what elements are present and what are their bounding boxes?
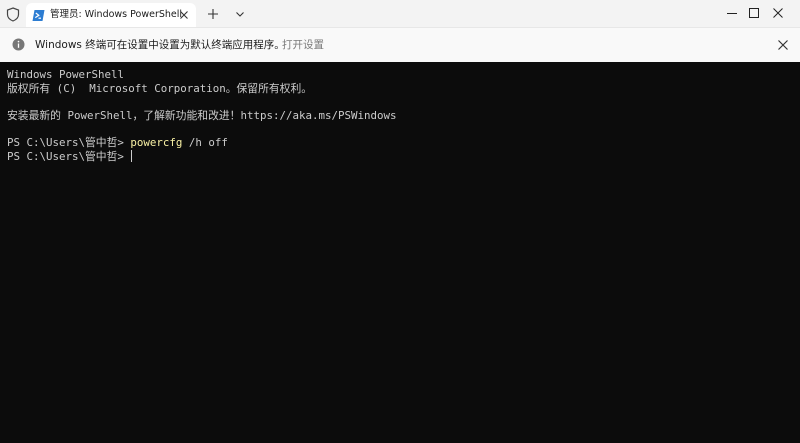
info-icon	[12, 38, 25, 51]
plus-icon[interactable]	[205, 6, 221, 22]
command-name: powercfg	[130, 135, 183, 149]
title-bar[interactable]: 管理员: Windows PowerShell	[0, 0, 800, 27]
chevron-down-icon[interactable]	[233, 7, 247, 21]
shield-icon	[6, 7, 20, 22]
close-icon	[773, 8, 783, 18]
tab-powershell[interactable]: 管理员: Windows PowerShell	[26, 3, 196, 27]
close-icon[interactable]	[178, 9, 190, 21]
powershell-icon	[32, 10, 45, 21]
command-line: PS C:\Users\管中哲> powercfg /h off	[7, 136, 800, 150]
prompt: PS C:\Users\管中哲>	[7, 149, 131, 163]
terminal-window: 管理员: Windows PowerShell Windows 终端可在设置中设…	[0, 0, 800, 443]
command-line[interactable]: PS C:\Users\管中哲>	[7, 149, 800, 164]
text-cursor	[131, 149, 133, 162]
terminal-output[interactable]: Windows PowerShell 版权所有 (C) Microsoft Co…	[0, 62, 800, 443]
terminal-line: Windows PowerShell	[7, 68, 125, 81]
info-bar: Windows 终端可在设置中设置为默认终端应用程序。 打开设置	[0, 27, 800, 62]
info-message: Windows 终端可在设置中设置为默认终端应用程序。	[35, 39, 285, 51]
terminal-line: 版权所有 (C) Microsoft Corporation。保留所有权利。	[7, 81, 313, 95]
tab-title: 管理员: Windows PowerShell	[50, 9, 183, 20]
prompt: PS C:\Users\管中哲>	[7, 135, 131, 149]
command-args: /h off	[182, 135, 228, 149]
close-window-button[interactable]	[754, 0, 800, 27]
close-icon[interactable]	[777, 39, 789, 51]
terminal-line: 安装最新的 PowerShell，了解新功能和改进！https://aka.ms…	[7, 108, 397, 122]
open-settings-link[interactable]: 打开设置	[282, 37, 324, 53]
